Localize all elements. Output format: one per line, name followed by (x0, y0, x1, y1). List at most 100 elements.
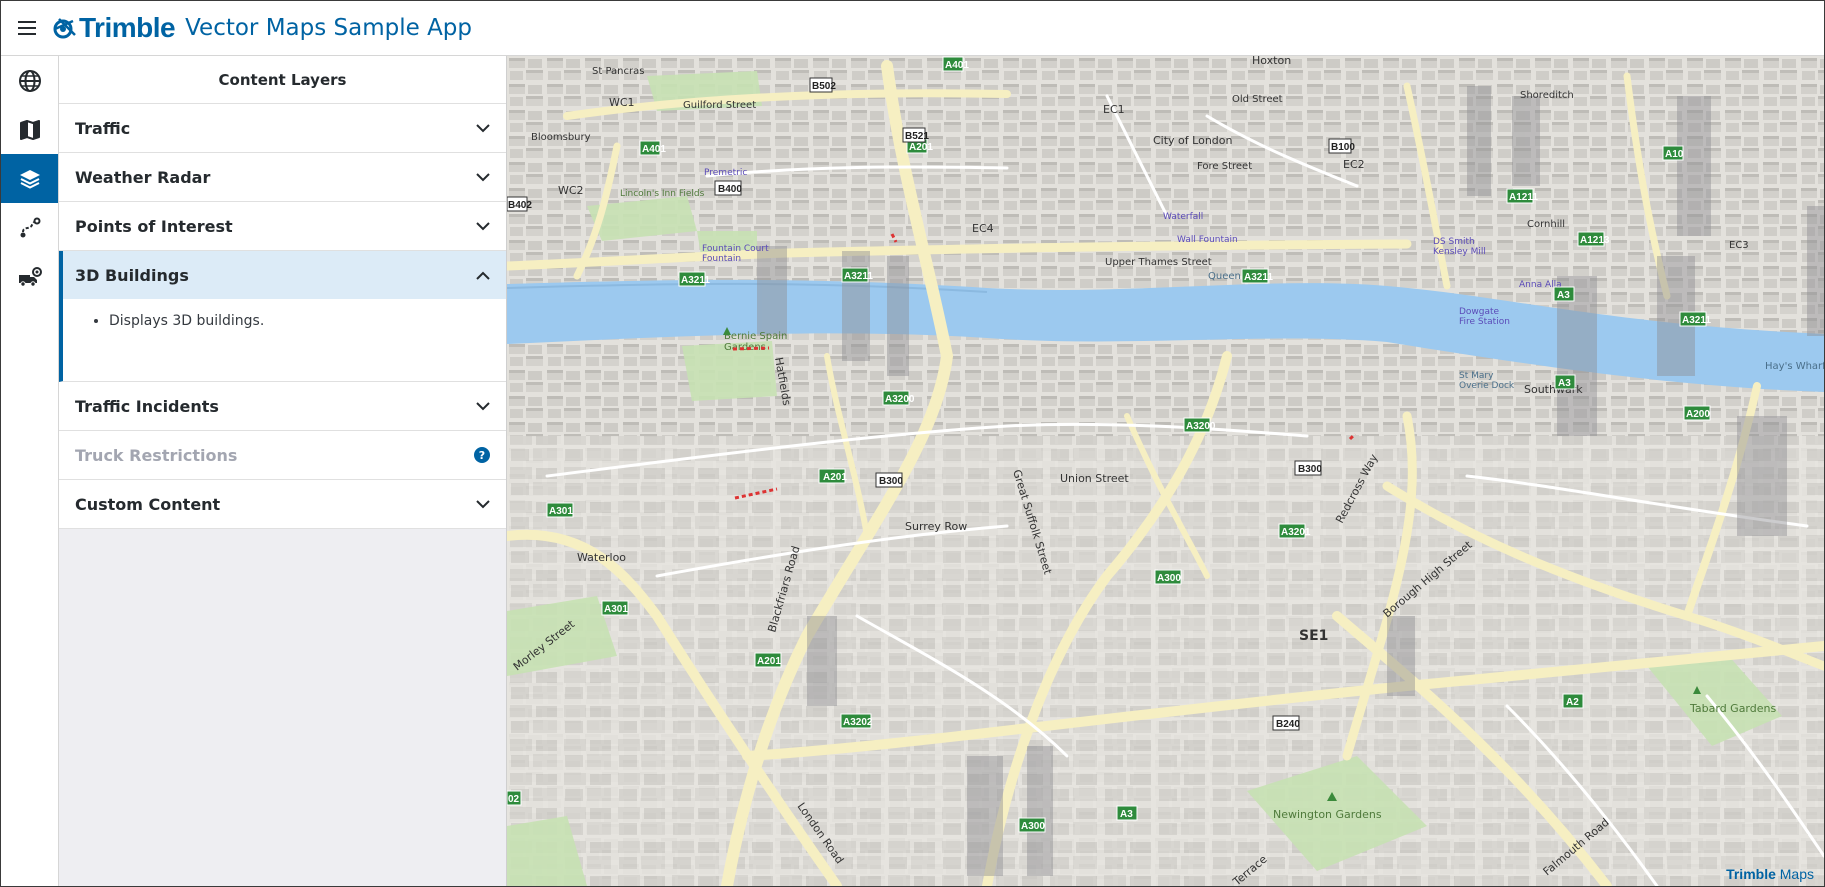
road-shield-b: B521 (902, 127, 929, 143)
road-shield: A3200 (1183, 417, 1216, 433)
road-shield: A201 (818, 468, 847, 484)
map-label: Union Street (1060, 472, 1129, 485)
road-shield: A301 (601, 600, 629, 616)
road-shield-b: B402 (507, 196, 532, 212)
map-label: City of London (1153, 134, 1233, 147)
accordion-header-traffic[interactable]: Traffic (59, 104, 506, 152)
svg-text:B300: B300 (879, 476, 903, 487)
rail-item-globe[interactable] (1, 56, 58, 105)
road-shield: A1211 (1506, 188, 1538, 204)
svg-text:A3211: A3211 (1682, 315, 1711, 326)
accordion-label: Truck Restrictions (75, 445, 238, 465)
svg-text:B300: B300 (1298, 464, 1322, 475)
map-label: Waterloo (577, 551, 626, 564)
map-attribution[interactable]: Trimble Maps (1726, 866, 1814, 882)
svg-text:A1211: A1211 (1509, 192, 1538, 203)
road-shield: A401 (942, 56, 969, 72)
svg-text:A3211: A3211 (681, 275, 710, 286)
svg-text:A301: A301 (604, 604, 628, 615)
accordion-header-points-of-interest[interactable]: Points of Interest (59, 202, 506, 250)
help-icon[interactable]: ? (474, 447, 490, 463)
map-label: SE1 (1299, 628, 1328, 644)
hamburger-menu-button[interactable] (1, 1, 53, 55)
svg-text:A3201: A3201 (1281, 527, 1311, 538)
svg-text:A201: A201 (757, 656, 781, 667)
accordion-header-weather-radar[interactable]: Weather Radar (59, 153, 506, 201)
accordion-label: Points of Interest (75, 216, 233, 236)
map-view[interactable]: Hoxton St Pancras WC1 Guilford Street Bl… (507, 56, 1824, 886)
accordion-header-traffic-incidents[interactable]: Traffic Incidents (59, 382, 506, 430)
brand-name: Trimble (79, 12, 176, 43)
svg-text:A3200: A3200 (1186, 421, 1216, 432)
svg-text:A10: A10 (1665, 149, 1684, 160)
svg-text:A300: A300 (1157, 573, 1181, 584)
nav-rail (1, 56, 59, 886)
road-shield-b: B502 (809, 77, 836, 93)
rail-item-map[interactable] (1, 105, 58, 154)
svg-text:A200: A200 (1686, 409, 1710, 420)
svg-text:A2: A2 (1566, 697, 1579, 708)
accordion-header-truck-restrictions: Truck Restrictions ? (59, 431, 506, 479)
content-layers-panel: Content Layers Traffic Weather Radar Poi… (59, 56, 507, 886)
accordion-traffic: Traffic (59, 104, 506, 153)
rail-item-route[interactable] (1, 203, 58, 252)
svg-text:A201: A201 (909, 142, 933, 153)
map-label: Bloomsbury (531, 132, 591, 143)
road-shield: A3 (1554, 374, 1576, 390)
road-shield: A300 (1018, 817, 1046, 833)
svg-text:A401: A401 (642, 144, 666, 155)
svg-text:B502: B502 (812, 81, 836, 92)
road-shield-b: B400 (714, 180, 742, 196)
app-window: Trimble Vector Maps Sample App Content L… (0, 0, 1825, 887)
rail-item-layers[interactable] (1, 154, 58, 203)
svg-text:B100: B100 (1331, 142, 1355, 153)
app-title: Vector Maps Sample App (185, 15, 473, 41)
svg-text:A3: A3 (1120, 809, 1133, 820)
truck-settings-icon (18, 266, 42, 287)
road-shield: A300 (1154, 569, 1182, 585)
map-label: Hoxton (1252, 56, 1291, 67)
chevron-down-icon (476, 401, 490, 410)
chevron-down-icon (476, 123, 490, 132)
road-shield: A3211 (841, 267, 873, 283)
map-icon (19, 119, 40, 140)
svg-text:A401: A401 (945, 60, 969, 71)
map-label: Newington Gardens (1273, 808, 1382, 821)
road-shield-b: B300 (1294, 460, 1322, 476)
accordion-label: Weather Radar (75, 167, 211, 187)
road-shield: A3 (1116, 805, 1138, 821)
accordion-header-custom-content[interactable]: Custom Content (59, 480, 506, 528)
map-canvas[interactable]: Hoxton St Pancras WC1 Guilford Street Bl… (507, 56, 1824, 886)
svg-text:A301: A301 (549, 506, 573, 517)
attribution-suffix: Maps (1779, 866, 1814, 882)
map-label: WC1 (609, 96, 635, 109)
accordion-body-3d-buildings: Displays 3D buildings. (63, 299, 506, 381)
road-shield: A3202 (840, 713, 873, 729)
road-shield: A3211 (1241, 268, 1273, 284)
trimble-logo: Trimble (53, 12, 176, 44)
rail-item-truck-settings[interactable] (1, 252, 58, 301)
road-shield: A10 (1662, 145, 1684, 161)
svg-text:A3202: A3202 (843, 717, 873, 728)
map-label: Old Street (1232, 94, 1283, 105)
panel-title: Content Layers (59, 56, 506, 104)
map-label: Waterfall (1163, 212, 1203, 222)
map-label: Hay's Wharf (1765, 361, 1824, 372)
map-label: Guilford Street (683, 100, 756, 111)
svg-text:A3211: A3211 (844, 271, 873, 282)
route-icon (20, 217, 40, 237)
accordion-points-of-interest: Points of Interest (59, 202, 506, 251)
layers-icon (19, 169, 40, 189)
svg-text:A3: A3 (1558, 378, 1571, 389)
hamburger-icon (18, 21, 36, 35)
map-label: Surrey Row (905, 520, 967, 533)
road-shield: A301 (546, 502, 574, 518)
svg-text:A3200: A3200 (885, 394, 915, 405)
chevron-up-icon (476, 271, 490, 280)
accordion-header-3d-buildings[interactable]: 3D Buildings (63, 251, 506, 299)
accordion-label: Traffic Incidents (75, 396, 219, 416)
svg-text:02: 02 (508, 794, 520, 805)
svg-text:B240: B240 (1276, 719, 1300, 730)
svg-text:A1213: A1213 (1580, 235, 1610, 246)
svg-text:A201: A201 (823, 472, 847, 483)
